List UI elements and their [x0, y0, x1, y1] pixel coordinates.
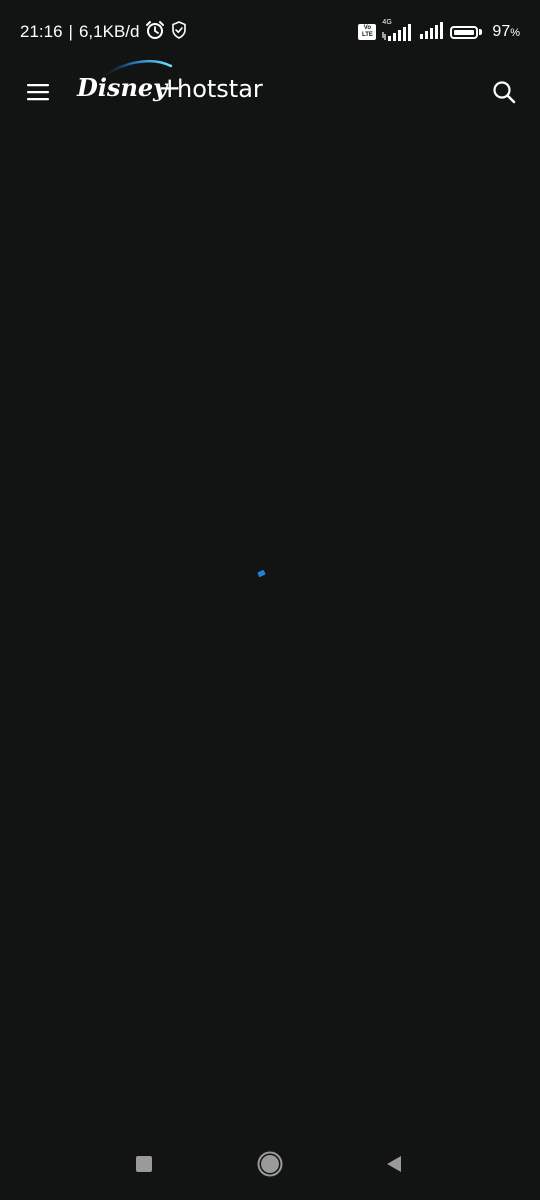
brand-logo[interactable]: Disney + hotstar [76, 52, 266, 114]
battery-fill [454, 29, 474, 35]
circle-home-icon [257, 1151, 283, 1177]
battery-percent: 97% [492, 23, 520, 40]
status-data-usage: 6,1KB/d [78, 22, 140, 41]
search-icon [493, 81, 516, 104]
alarm-icon [145, 20, 165, 45]
battery-icon [450, 25, 483, 39]
volte-bottom: LTE [361, 32, 373, 38]
menu-button[interactable] [22, 76, 54, 108]
app-header: Disney + hotstar [0, 60, 540, 120]
recents-button[interactable] [126, 1146, 162, 1182]
svg-text:hotstar: hotstar [177, 75, 263, 103]
square-recents-icon [136, 1156, 152, 1172]
volte-badge: Vo LTE [358, 24, 377, 40]
loading-spinner [257, 569, 266, 578]
svg-text:Disney: Disney [76, 73, 169, 102]
shield-check-icon [171, 20, 187, 44]
system-nav-bar [0, 1130, 540, 1200]
status-right: Vo LTE 4G 97% [358, 19, 520, 44]
status-time: 21:16 [20, 22, 63, 41]
signal-bars-icon [420, 20, 444, 44]
back-button[interactable] [376, 1146, 412, 1182]
signal-4g-icon: 4G [382, 19, 414, 42]
status-separator: | [68, 22, 73, 41]
disney-hotstar-logo-icon: Disney + hotstar [76, 60, 263, 104]
search-button[interactable] [486, 74, 522, 110]
home-button[interactable] [252, 1146, 288, 1182]
status-left: 21:16 | 6,1KB/d [20, 20, 187, 45]
volte-top: Vo [363, 25, 372, 31]
triangle-back-icon [387, 1156, 401, 1172]
hamburger-menu-icon [27, 84, 49, 101]
